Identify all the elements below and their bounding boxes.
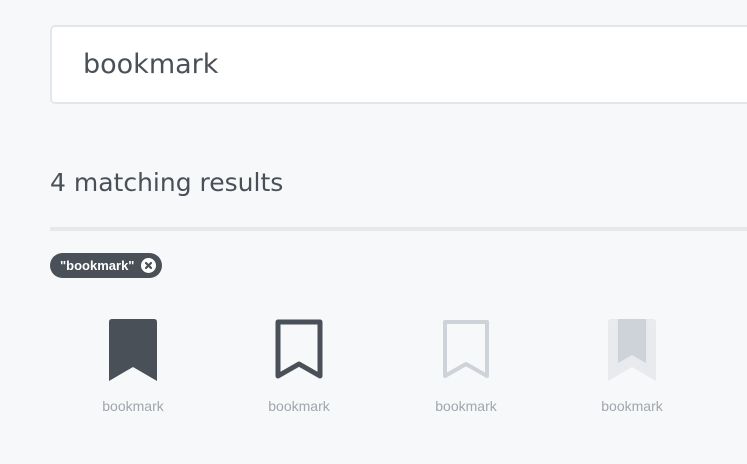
- icon-caption: bookmark: [601, 398, 663, 414]
- close-circle-icon[interactable]: [141, 258, 157, 273]
- bookmark-duotone-icon: [608, 319, 656, 381]
- icon-result-bookmark-duotone[interactable]: bookmark: [549, 316, 715, 426]
- icon-results-grid: bookmark bookmark bookmark bookmark: [50, 316, 747, 426]
- filter-chip[interactable]: "bookmark": [50, 253, 163, 278]
- icon-search-page: 4 matching results "bookmark" bookmark b…: [0, 0, 747, 464]
- icon-caption: bookmark: [268, 398, 330, 414]
- divider: [50, 227, 747, 231]
- bookmark-solid-icon: [109, 319, 157, 381]
- filter-chip-label: "bookmark": [60, 258, 135, 273]
- search-input[interactable]: [83, 27, 743, 102]
- search-box[interactable]: [50, 25, 747, 104]
- icon-caption: bookmark: [102, 398, 164, 414]
- icon-caption: bookmark: [435, 398, 497, 414]
- bookmark-outline-icon: [275, 319, 323, 381]
- icon-result-bookmark-solid[interactable]: bookmark: [50, 316, 216, 426]
- bookmark-light-icon: [442, 319, 490, 381]
- icon-result-bookmark-outline[interactable]: bookmark: [216, 316, 382, 426]
- results-count-heading: 4 matching results: [50, 168, 284, 197]
- icon-result-bookmark-light[interactable]: bookmark: [383, 316, 549, 426]
